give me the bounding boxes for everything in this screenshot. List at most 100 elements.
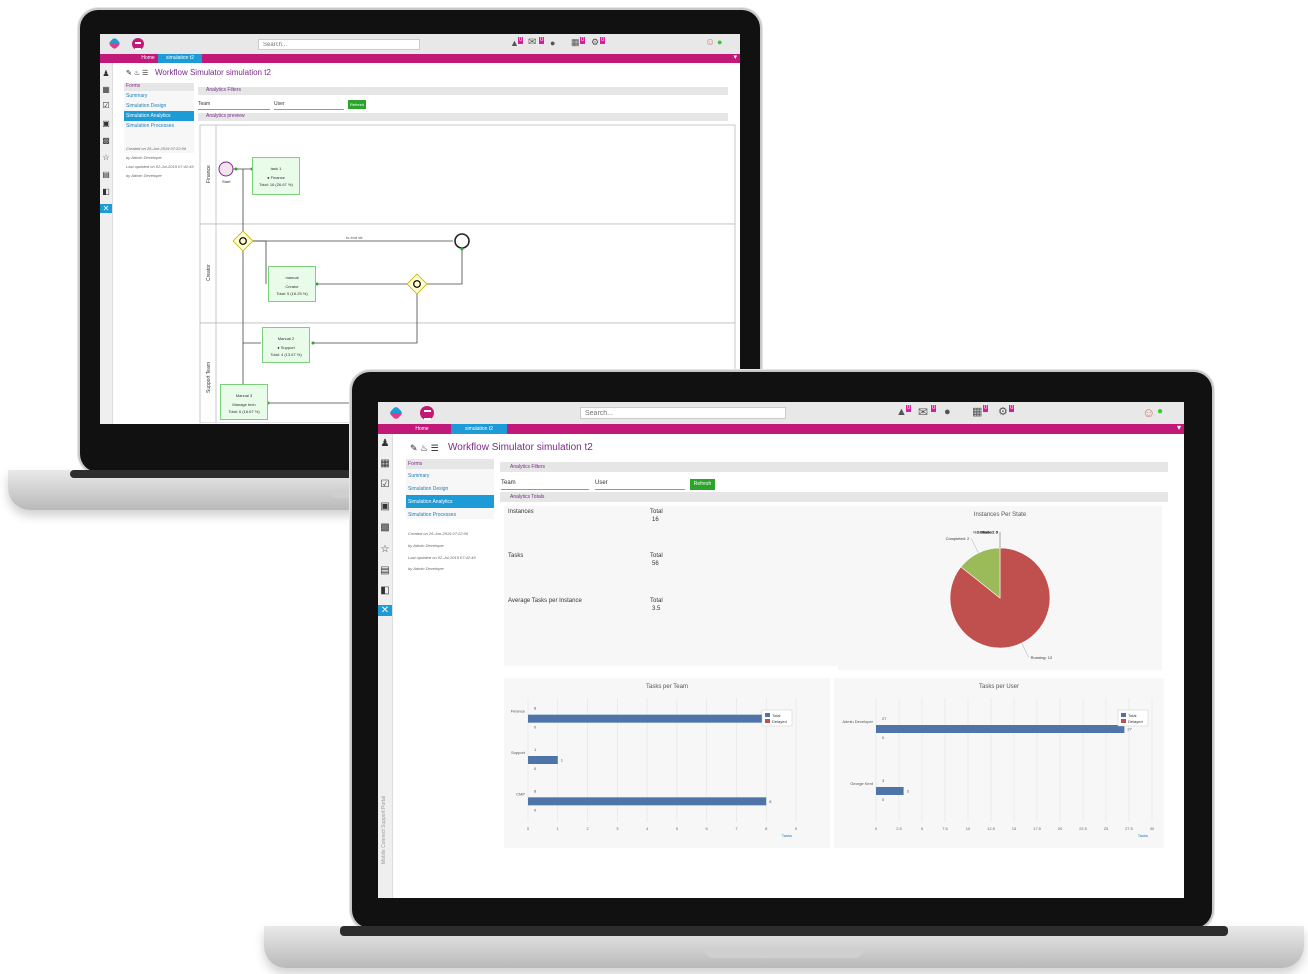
task-node[interactable]: task 1 ● Finance Total: 16 (26.67 %) bbox=[252, 157, 300, 195]
pie-leader bbox=[971, 538, 979, 554]
users-icon[interactable]: ♟ bbox=[378, 438, 392, 449]
preview-header: Analytics preview bbox=[198, 113, 728, 121]
tick-label: 1 bbox=[557, 826, 560, 831]
tick-label: 6 bbox=[706, 826, 709, 831]
settings-icon[interactable]: ⚙ bbox=[591, 37, 599, 48]
axis-label: Tasks bbox=[782, 833, 792, 838]
edit-icon[interactable]: ✎ ♨ ☰ bbox=[126, 69, 148, 77]
team-select[interactable]: Team bbox=[198, 101, 270, 110]
task-title: Manual 2 bbox=[277, 336, 295, 341]
upload-icon[interactable]: ▤ bbox=[100, 170, 112, 179]
tab-home[interactable]: Home bbox=[402, 426, 442, 432]
category-label: Support bbox=[511, 750, 526, 755]
refresh-button[interactable]: Refresh bbox=[348, 100, 366, 109]
total-value: 3.5 bbox=[652, 606, 661, 612]
search-input[interactable] bbox=[580, 407, 786, 419]
notification-badge: 0 bbox=[906, 405, 912, 412]
nav-item-summary[interactable]: Summary bbox=[406, 469, 494, 482]
add-icon[interactable]: ▣ bbox=[100, 119, 112, 128]
calendar-icon[interactable]: ▦ bbox=[100, 85, 112, 94]
app-logo-icon[interactable] bbox=[108, 37, 121, 50]
data-label: 3 bbox=[907, 789, 910, 794]
nav-item-design[interactable]: Simulation Design bbox=[124, 101, 194, 111]
chevron-down-icon[interactable]: ▾ bbox=[1177, 423, 1181, 432]
grid-icon[interactable]: ▩ bbox=[378, 522, 392, 533]
filters-header: Analytics Filters bbox=[500, 462, 1168, 472]
front-laptop-notch bbox=[704, 948, 864, 958]
end-event bbox=[454, 233, 470, 249]
avatar-icon[interactable]: ☺ bbox=[705, 37, 715, 48]
chat-icon[interactable]: ● bbox=[550, 38, 555, 48]
tick-label: 2.5 bbox=[896, 826, 902, 831]
nav-item-processes[interactable]: Simulation Processes bbox=[124, 121, 194, 131]
bar-total bbox=[528, 714, 767, 723]
user-select[interactable]: User bbox=[274, 101, 344, 110]
legend-label: Delayed bbox=[1128, 719, 1143, 724]
chevron-down-icon[interactable]: ▾ bbox=[733, 53, 737, 61]
add-icon[interactable]: ▣ bbox=[378, 501, 392, 512]
created-by: by Admin Developer bbox=[408, 543, 444, 548]
search-input[interactable] bbox=[258, 39, 420, 50]
pie-chart: Instances Per State Running: 12 Completed:… bbox=[946, 512, 1053, 660]
pie-label: Not Started: 0 bbox=[973, 530, 998, 535]
app-logo-icon[interactable] bbox=[388, 405, 404, 421]
pie-label: Running: 12 bbox=[1031, 655, 1053, 660]
calendar-icon[interactable]: ▦ bbox=[378, 458, 392, 469]
nav-item-design[interactable]: Simulation Design bbox=[406, 482, 494, 495]
task-node[interactable]: Manual 2 ● Support Total: 4 (13.67 %) bbox=[262, 327, 310, 363]
chat-icon[interactable]: ● bbox=[944, 406, 951, 418]
tick-label: 20 bbox=[1058, 826, 1063, 831]
tools-icon[interactable]: ✕ bbox=[100, 204, 112, 213]
team-chart-panel: Tasks per Team 0 1 2 3 4 5 6 7 8 9Tasks Finance 8 8 0 S… bbox=[504, 678, 830, 848]
mail-icon[interactable]: ✉ bbox=[528, 37, 536, 48]
tick-label: 17.5 bbox=[1033, 826, 1042, 831]
bar-total bbox=[876, 725, 1125, 733]
tab-simulation[interactable]: simulation t2 bbox=[158, 54, 202, 63]
tasks-per-user-chart: Tasks per User 0 2.5 5 7.5 10 12.5 15 17.5 20 22.5… bbox=[842, 684, 1155, 838]
page-title: Workflow Simulator simulation t2 bbox=[448, 442, 593, 453]
checkbox-icon[interactable]: ☑ bbox=[100, 101, 112, 110]
chart-icon[interactable]: ◧ bbox=[100, 187, 112, 196]
legend-label: Total bbox=[772, 713, 781, 718]
calendar-icon[interactable]: ▦ bbox=[972, 405, 982, 418]
calendar-icon[interactable]: ▦ bbox=[571, 37, 580, 48]
menu-logo-icon[interactable] bbox=[132, 38, 144, 51]
total-value: 16 bbox=[652, 517, 659, 523]
start-label: Start bbox=[222, 179, 231, 184]
task-node[interactable]: manual Creator Total: 5 (16.25 %) bbox=[268, 266, 316, 302]
settings-icon[interactable]: ⚙ bbox=[998, 405, 1008, 418]
avatar-icon[interactable]: ☺ bbox=[1142, 405, 1155, 420]
menu-logo-icon[interactable] bbox=[420, 406, 434, 420]
forms-nav: Forms Summary Simulation Design Simulati… bbox=[406, 459, 494, 519]
legend-label: Delayed bbox=[772, 719, 787, 724]
pie-label: Completed: 2 bbox=[946, 536, 971, 541]
edit-icon[interactable]: ✎ ♨ ☰ bbox=[410, 443, 439, 454]
team-select[interactable]: Team bbox=[501, 480, 589, 490]
nav-item-processes[interactable]: Simulation Processes bbox=[406, 508, 494, 521]
nav-header: Forms bbox=[406, 459, 494, 469]
tab-simulation[interactable]: simulation t2 bbox=[451, 424, 507, 434]
mail-icon[interactable]: ✉ bbox=[918, 405, 928, 419]
nav-item-analytics[interactable]: Simulation Analytics bbox=[406, 495, 494, 508]
users-icon[interactable]: ♟ bbox=[100, 69, 112, 78]
tools-icon[interactable]: ✕ bbox=[378, 605, 392, 616]
category-label: CMP bbox=[516, 791, 525, 796]
bar-total bbox=[876, 787, 904, 795]
upload-icon[interactable]: ▤ bbox=[378, 565, 392, 576]
nav-item-summary[interactable]: Summary bbox=[124, 91, 194, 101]
data-label: 1 bbox=[534, 747, 537, 752]
star-icon[interactable]: ☆ bbox=[100, 153, 112, 162]
tab-bar: Home simulation t2 ▾ bbox=[378, 423, 1184, 434]
grid-icon[interactable]: ▩ bbox=[100, 136, 112, 145]
settings-badge: 0 bbox=[600, 37, 606, 44]
chart-icon[interactable]: ◧ bbox=[378, 585, 392, 596]
checkbox-icon[interactable]: ☑ bbox=[378, 479, 392, 490]
total-head: Total bbox=[650, 509, 663, 515]
nav-item-analytics[interactable]: Simulation Analytics bbox=[124, 111, 194, 121]
refresh-button[interactable]: Refresh bbox=[690, 479, 715, 490]
user-select[interactable]: User bbox=[595, 480, 685, 490]
star-icon[interactable]: ☆ bbox=[378, 544, 392, 555]
legend-swatch bbox=[1121, 719, 1126, 723]
data-label: 8 bbox=[534, 788, 537, 793]
filters-header: Analytics Filters bbox=[198, 87, 728, 95]
